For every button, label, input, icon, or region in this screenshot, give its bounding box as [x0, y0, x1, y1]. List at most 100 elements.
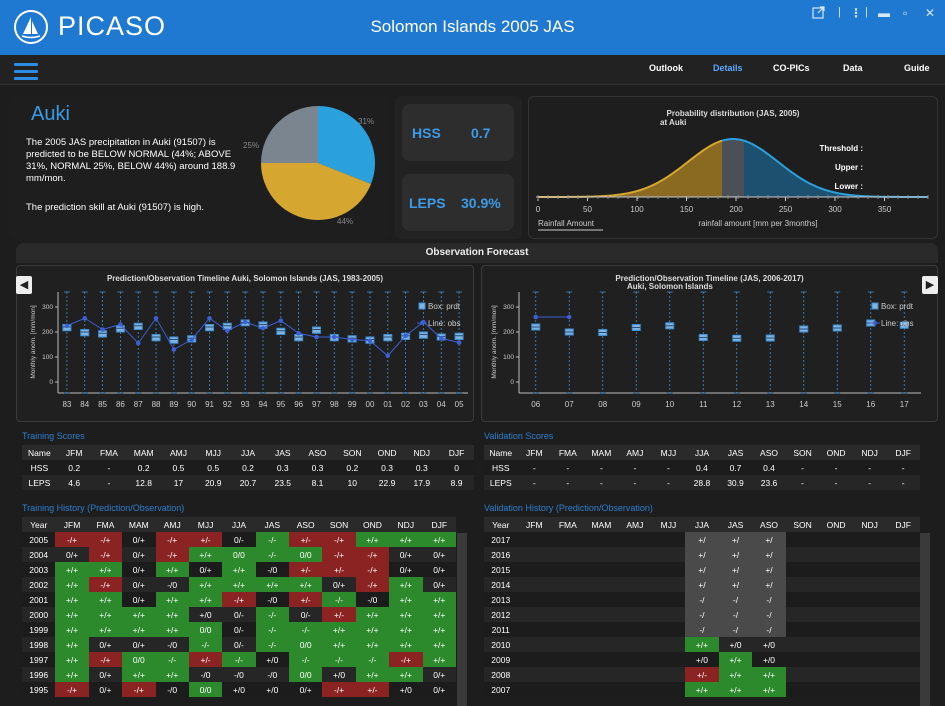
obs-point: [135, 340, 141, 346]
row-label: 1995: [29, 684, 49, 695]
table-cell: 0.4: [696, 462, 708, 473]
column-header: JAS: [718, 445, 753, 460]
table-cell: [585, 547, 619, 562]
table-cell: -/0: [200, 669, 211, 680]
column-header: FMA: [88, 517, 123, 532]
table-cell: +/+: [422, 592, 456, 607]
table-cell: +/-: [322, 562, 356, 577]
validation-history-scrollbar[interactable]: [920, 533, 930, 706]
table-cell: [652, 652, 686, 667]
maximize-icon[interactable]: ▫: [903, 6, 907, 20]
table-cell: [618, 607, 652, 622]
prev-arrow-icon[interactable]: ◀: [16, 276, 32, 294]
table-cell: +/+: [55, 607, 89, 622]
row-label: 2002: [29, 579, 49, 590]
table-cell: +/+: [389, 577, 423, 592]
external-link-icon[interactable]: [812, 6, 825, 22]
column-header: JJA: [685, 445, 719, 460]
tab-guide[interactable]: Guide: [904, 63, 930, 73]
column-header: JFM: [517, 445, 552, 460]
x-tick-label: 16: [866, 400, 875, 409]
hss-label: HSS: [412, 125, 441, 141]
box-prdt: [169, 336, 179, 344]
table-cell: [618, 682, 652, 697]
table-cell: +/+: [155, 667, 189, 682]
legend-box-label: Box: prdt: [428, 302, 461, 311]
table-cell: +/: [752, 562, 786, 577]
x-tick-label: 89: [169, 400, 178, 409]
table-cell: [886, 547, 920, 562]
table-row: 2010 +/+ +/0 +/0: [484, 637, 920, 652]
table-cell: +/+: [155, 622, 189, 637]
table-cell: 8.1: [311, 477, 324, 488]
close-icon[interactable]: ✕: [925, 6, 935, 20]
table-cell: 0/0: [289, 547, 323, 562]
table-cell: +/+: [389, 607, 423, 622]
row-label: 2009: [491, 654, 511, 665]
table-cell: 0/0: [222, 547, 256, 562]
table-cell: +/+: [422, 532, 456, 547]
table-cell: [819, 622, 853, 637]
legend-box-label: Box: prdt: [881, 302, 914, 311]
table-cell: -/: [752, 592, 786, 607]
column-header: NDJ: [852, 445, 887, 460]
kebab-icon[interactable]: ⋮: [850, 6, 862, 20]
column-header: MAM: [584, 445, 619, 460]
minimize-icon[interactable]: ▬: [878, 6, 890, 20]
table-cell: 22.9: [378, 477, 396, 488]
obs-point: [314, 334, 319, 340]
x-tick-label: 11: [699, 400, 708, 409]
table-cell: [853, 562, 887, 577]
table-cell: 0/+: [132, 594, 145, 605]
obs-point: [456, 340, 462, 345]
table-cell: -: [801, 477, 804, 488]
x-axis-label: rainfall amount [mm per 3months]: [698, 219, 817, 228]
table-cell: [786, 652, 820, 667]
table-row: 2000 +/+ +/+ +/+ +/+ +/0 0/- -/- 0/- +/- +/+ +/+ +/+: [22, 607, 456, 622]
x-ticks: 0 50 100 150 200 250 300 350: [536, 195, 929, 214]
table-cell: [585, 682, 619, 697]
table-cell: +/0: [729, 639, 742, 650]
table-cell: 0/+: [99, 639, 112, 650]
table-cell: [786, 577, 820, 592]
tab-outlook[interactable]: Outlook: [649, 63, 683, 73]
column-header: DJF: [886, 445, 920, 460]
table-cell: -/: [752, 622, 786, 637]
legend-line-label: Line: obs: [881, 319, 913, 328]
table-cell: +/+: [88, 562, 123, 577]
column-header: JAS: [265, 445, 301, 460]
table-cell: [853, 592, 887, 607]
table-cell: [652, 667, 686, 682]
x-tick-label: 250: [779, 205, 793, 214]
table-cell: 0/+: [433, 669, 446, 680]
table-row: 2007 +/+ +/+ +/+: [484, 682, 920, 697]
table-cell: -/+: [55, 532, 89, 547]
tab-co-pics[interactable]: CO-PICs: [773, 63, 810, 73]
table-cell: +/-: [289, 592, 323, 607]
box-prdt: [311, 326, 321, 334]
table-cell: [886, 652, 920, 667]
table-cell: -/0: [167, 639, 178, 650]
table-cell: -: [107, 477, 111, 488]
training-history-scrollbar[interactable]: [457, 533, 467, 706]
hamburger-menu-icon[interactable]: [14, 63, 38, 80]
table-cell: +/+: [122, 607, 156, 622]
table-cell: +/+: [155, 607, 189, 622]
column-header: Name: [484, 445, 518, 460]
tab-data[interactable]: Data: [843, 63, 863, 73]
box-prdt: [151, 334, 161, 342]
table-cell: 0.3: [311, 462, 324, 473]
column-header: DJF: [422, 517, 456, 532]
column-header: DJF: [439, 445, 474, 460]
table-cell: [819, 547, 853, 562]
x-tick-label: 06: [531, 400, 540, 409]
table-cell: [618, 667, 652, 682]
table-cell: -/+: [355, 547, 390, 562]
column-header: Name: [22, 445, 57, 460]
column-header: JJA: [222, 517, 256, 532]
table-cell: [518, 592, 552, 607]
table-cell: [786, 592, 820, 607]
table-cell: 0/+: [99, 684, 112, 695]
next-arrow-icon[interactable]: ▶: [922, 276, 938, 294]
tab-details[interactable]: Details: [713, 63, 743, 73]
